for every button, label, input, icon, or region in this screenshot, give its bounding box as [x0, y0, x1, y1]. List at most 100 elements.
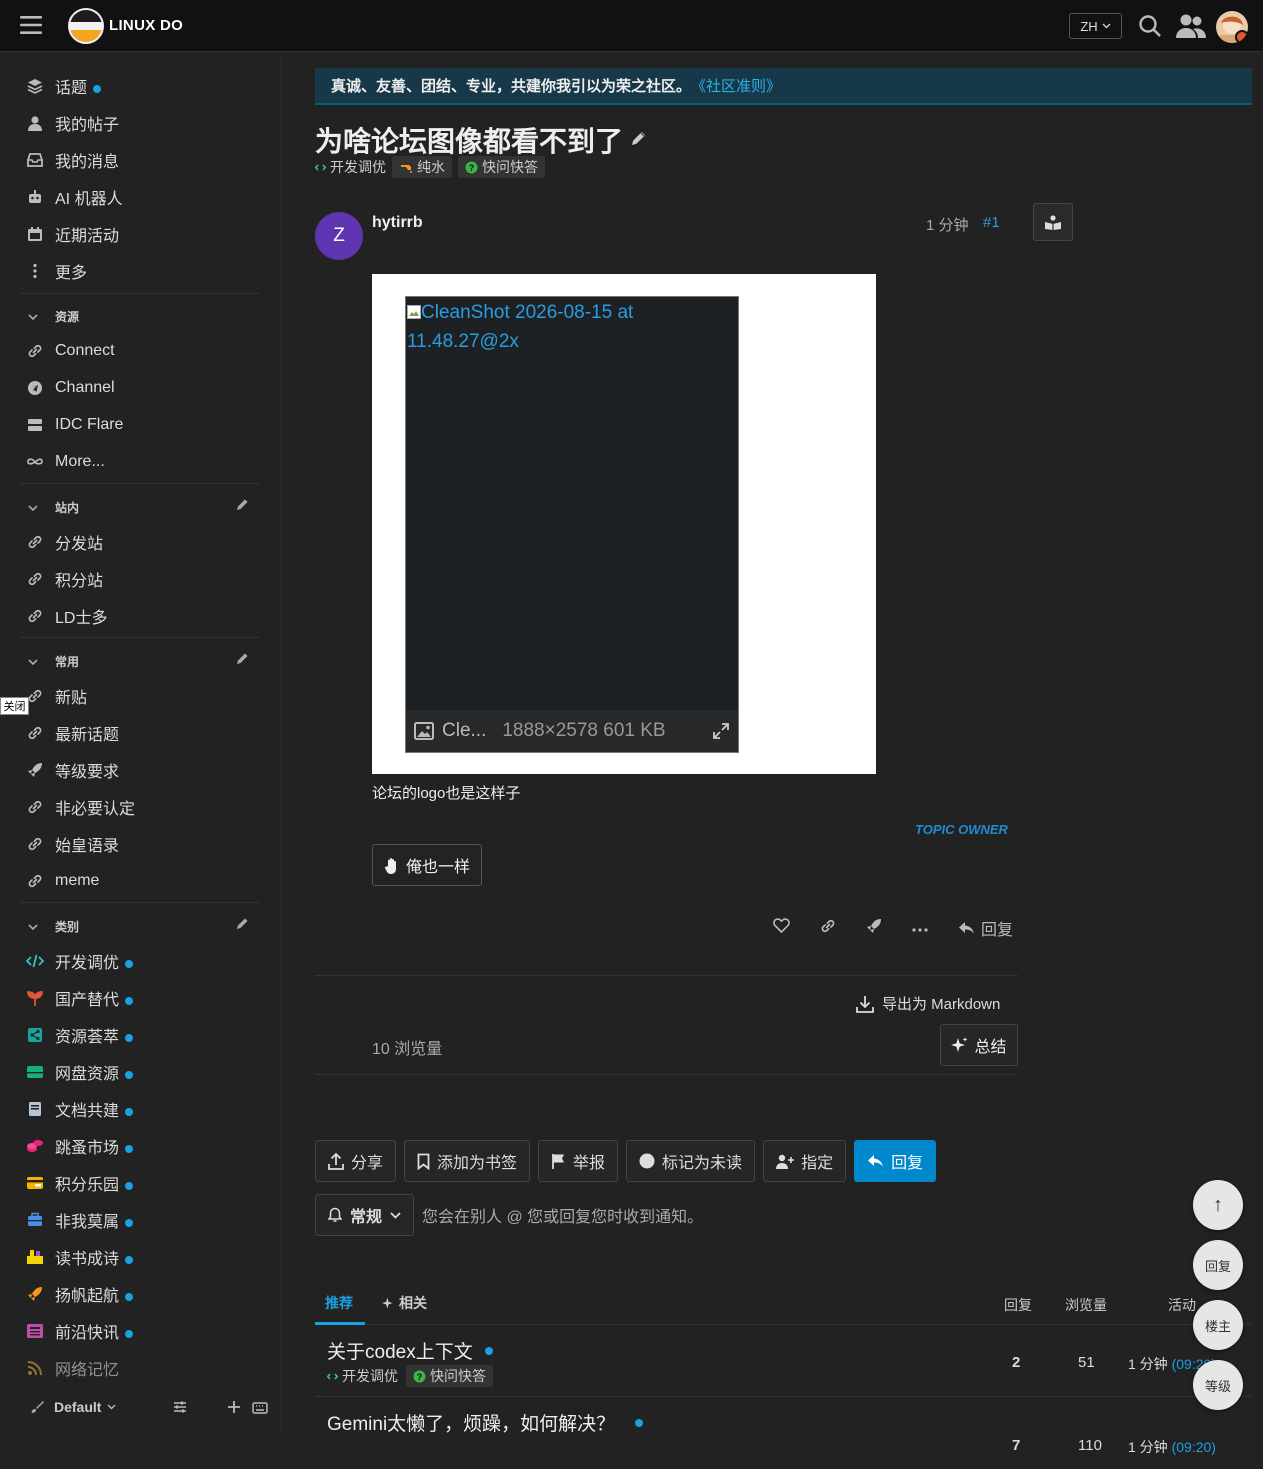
post-image-container: CleanShot 2026-08-15 at 11.48.27@2x Cle.…: [372, 274, 876, 774]
post-avatar[interactable]: Z: [315, 212, 363, 260]
sidebar-section-resources[interactable]: 资源: [0, 302, 282, 330]
float-level-button[interactable]: 等级: [1193, 1360, 1243, 1410]
hamburger-icon[interactable]: [20, 14, 42, 36]
row-title[interactable]: Gemini太懒了，烦躁，如何解决？: [327, 1409, 615, 1436]
sidebar-item-connect[interactable]: Connect: [0, 332, 282, 369]
pencil-icon[interactable]: [236, 917, 249, 935]
sidebar-item-my-posts[interactable]: 我的帖子: [0, 104, 282, 141]
notification-dot: [1235, 30, 1248, 43]
sidebar-item-ld-store[interactable]: LD士多: [0, 597, 282, 634]
post-reply-button[interactable]: 回复: [958, 916, 1013, 940]
rocket-icon[interactable]: [866, 918, 882, 939]
tag-qa[interactable]: ? 快问快答: [458, 156, 545, 178]
sidebar-item-idc-flare[interactable]: IDC Flare: [0, 406, 282, 443]
language-switcher[interactable]: ZH: [1069, 13, 1122, 39]
sidebar-category-domestic[interactable]: 国产替代: [0, 979, 282, 1016]
sidebar-item-new-posts[interactable]: 新贴: [0, 677, 282, 714]
topic-reply-button[interactable]: 回复: [854, 1140, 937, 1182]
sidebar-category-reading[interactable]: 读书成诗: [0, 1238, 282, 1275]
post-number[interactable]: #1: [983, 214, 1000, 231]
notification-level-dropdown[interactable]: 常规: [315, 1194, 415, 1236]
unread-dot: [125, 1181, 134, 1190]
site-brand[interactable]: LINUX DO: [109, 17, 183, 34]
tab-related[interactable]: 相关: [382, 1293, 427, 1313]
more-horizontal-icon[interactable]: [912, 919, 928, 937]
unread-dot: [125, 1070, 134, 1079]
scroll-top-button[interactable]: ↑: [1193, 1180, 1243, 1230]
sidebar-item-topics[interactable]: 话题: [0, 67, 282, 104]
sidebar-item-latest[interactable]: 最新话题: [0, 714, 282, 751]
theme-selector[interactable]: Default: [54, 1399, 116, 1415]
sidebar-item-more-resources[interactable]: More...: [0, 443, 282, 480]
tab-recommended[interactable]: 推荐: [325, 1293, 353, 1313]
export-markdown-button[interactable]: 导出为 Markdown: [856, 993, 1000, 1014]
sidebar-item-more[interactable]: 更多: [0, 252, 282, 289]
sidebar-category-dev[interactable]: 开发调优: [0, 942, 282, 979]
sidebar-category-news[interactable]: 前沿快讯: [0, 1312, 282, 1349]
sidebar-item-meme[interactable]: meme: [0, 862, 282, 899]
summarize-button[interactable]: 总结: [940, 1024, 1018, 1066]
pencil-icon[interactable]: [236, 652, 249, 670]
sidebar-item-messages[interactable]: 我的消息: [0, 141, 282, 178]
sidebar-category-resources[interactable]: 资源荟萃: [0, 1016, 282, 1053]
category-badge[interactable]: 开发调优: [327, 1366, 398, 1386]
float-owner-button[interactable]: 楼主: [1193, 1300, 1243, 1350]
row-activity[interactable]: 1 分钟: [1128, 1356, 1168, 1372]
sidebar-item-level-req[interactable]: 等级要求: [0, 751, 282, 788]
sidebar-category-points-park[interactable]: 积分乐园: [0, 1164, 282, 1201]
heart-icon[interactable]: [773, 918, 790, 938]
metoo-button[interactable]: 俺也一样: [372, 844, 482, 886]
edit-pencil-icon[interactable]: [631, 130, 647, 151]
sidebar-category-docs[interactable]: 文档共建: [0, 1090, 282, 1127]
category-badge[interactable]: 开发调优: [315, 157, 386, 177]
sidebar-category-market[interactable]: 跳蚤市场: [0, 1127, 282, 1164]
moon-icon[interactable]: [200, 1400, 214, 1419]
user-avatar[interactable]: [1216, 11, 1248, 43]
sidebar-item-non-essential[interactable]: 非必要认定: [0, 788, 282, 825]
topic-list-row[interactable]: Gemini太懒了，烦躁，如何解决？ 7 110 1 分钟 (09:20): [315, 1397, 1252, 1469]
sidebar-category-jobs[interactable]: 非我莫属: [0, 1201, 282, 1238]
post-username[interactable]: hytirrb: [372, 214, 423, 232]
link-icon: [26, 342, 44, 360]
keyboard-icon[interactable]: [252, 1401, 268, 1419]
sidebar-item-ai-bot[interactable]: AI 机器人: [0, 178, 282, 215]
code-icon: [26, 952, 44, 970]
site-logo[interactable]: [68, 8, 104, 44]
sidebar-item-channel[interactable]: Channel: [0, 369, 282, 406]
sidebar-section-categories[interactable]: 类别: [0, 912, 282, 940]
banner-link[interactable]: 《社区准则》: [691, 75, 781, 96]
row-activity[interactable]: 1 分钟: [1128, 1439, 1168, 1455]
post-time[interactable]: 1 分钟: [926, 214, 969, 235]
sidebar-item-quotes[interactable]: 始皇语录: [0, 825, 282, 862]
bookmark-button[interactable]: 添加为书签: [404, 1140, 531, 1182]
pencil-icon[interactable]: [236, 498, 249, 516]
search-icon[interactable]: [1137, 13, 1163, 39]
sidebar-category-drive[interactable]: 网盘资源: [0, 1053, 282, 1090]
sliders-icon[interactable]: [173, 1400, 187, 1419]
topic-list-row[interactable]: 关于codex上下文 开发调优 ? 快问快答 2 51 1 分钟 (09:20): [315, 1325, 1252, 1397]
sidebar-item-points[interactable]: 积分站: [0, 560, 282, 597]
link-icon[interactable]: [820, 918, 836, 939]
flag-button[interactable]: 举报: [538, 1140, 619, 1182]
sidebar-item-label: 近期活动: [55, 227, 120, 245]
users-icon[interactable]: [1175, 12, 1207, 40]
assign-button[interactable]: 指定: [763, 1140, 847, 1182]
row-title[interactable]: 关于codex上下文: [327, 1337, 473, 1364]
sidebar-category-memory[interactable]: 网络记忆: [0, 1349, 282, 1386]
float-reply-button[interactable]: 回复: [1193, 1240, 1243, 1290]
sidebar-item-events[interactable]: 近期活动: [0, 215, 282, 252]
sidebar-footer: Default: [0, 1393, 282, 1423]
plus-icon[interactable]: [227, 1400, 241, 1419]
share-icon: [26, 1026, 44, 1044]
sidebar-section-common[interactable]: 常用: [0, 647, 282, 675]
tag-qa[interactable]: ? 快问快答: [406, 1365, 493, 1387]
broken-image[interactable]: CleanShot 2026-08-15 at 11.48.27@2x Cle.…: [405, 296, 739, 753]
close-tooltip[interactable]: 关闭: [0, 697, 29, 715]
sidebar-item-distribution[interactable]: 分发站: [0, 523, 282, 560]
mark-unread-button[interactable]: 标记为未读: [626, 1140, 756, 1182]
share-button[interactable]: 分享: [315, 1140, 397, 1182]
reader-mode-button[interactable]: [1033, 203, 1073, 241]
tag-water[interactable]: 纯水: [392, 156, 452, 178]
sidebar-section-site[interactable]: 站内: [0, 493, 282, 521]
sidebar-category-sail[interactable]: 扬帆起航: [0, 1275, 282, 1312]
